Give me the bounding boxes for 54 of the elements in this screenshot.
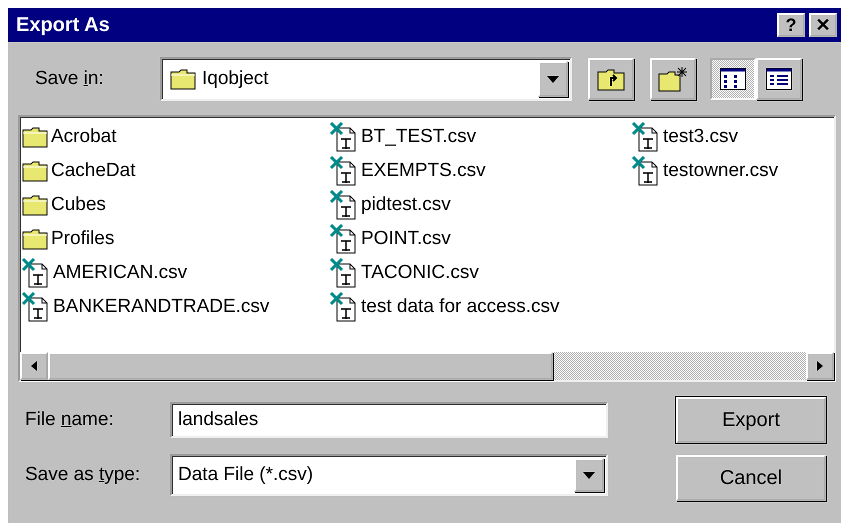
- new-folder-icon: [658, 66, 688, 92]
- file-item[interactable]: test3.csv: [632, 123, 832, 151]
- dialog-button[interactable]: Cancel: [676, 455, 826, 501]
- file-item[interactable]: POINT.csv: [330, 225, 632, 253]
- folder-icon: [22, 160, 48, 182]
- list-view-icon: [720, 68, 746, 90]
- csv-file-icon: [330, 258, 358, 288]
- csv-file-icon: [330, 224, 358, 254]
- save-in-dropdown[interactable]: Iqobject: [160, 57, 572, 101]
- file-item[interactable]: test data for access.csv: [330, 293, 632, 321]
- save-as-type-dropdown[interactable]: Data File (*.csv): [170, 454, 608, 496]
- folder-icon: [170, 68, 196, 90]
- details-view-button[interactable]: [756, 58, 802, 100]
- csv-file-icon: [330, 292, 358, 322]
- file-item[interactable]: testowner.csv: [632, 157, 832, 185]
- scroll-thumb[interactable]: [48, 352, 553, 380]
- list-view-button[interactable]: [710, 58, 756, 100]
- file-item[interactable]: AMERICAN.csv: [22, 259, 330, 287]
- file-type-value: Data File (*.csv): [178, 462, 314, 487]
- folder-icon: [22, 126, 48, 148]
- csv-file-icon: [632, 156, 660, 186]
- close-button[interactable]: ✕: [809, 13, 837, 37]
- file-name-label: File name:: [25, 408, 115, 432]
- csv-file-icon: [330, 122, 358, 152]
- details-view-icon: [766, 68, 792, 90]
- csv-file-icon: [632, 122, 660, 152]
- help-button[interactable]: ?: [777, 13, 805, 37]
- file-name-field[interactable]: landsales: [170, 402, 608, 438]
- csv-file-icon: [22, 258, 50, 288]
- horizontal-scrollbar[interactable]: [20, 352, 834, 380]
- file-item[interactable]: pidtest.csv: [330, 191, 632, 219]
- file-item[interactable]: BT_TEST.csv: [330, 123, 632, 151]
- file-item[interactable]: Profiles: [22, 225, 330, 253]
- new-folder-button[interactable]: [650, 58, 696, 100]
- file-item[interactable]: EXEMPTS.csv: [330, 157, 632, 185]
- up-folder-button[interactable]: [588, 58, 634, 100]
- file-item[interactable]: Acrobat: [22, 123, 330, 151]
- dialog-button[interactable]: Export: [676, 397, 826, 443]
- file-item[interactable]: CacheDat: [22, 157, 330, 185]
- save-as-type-label: Save as type:: [25, 462, 142, 487]
- csv-file-icon: [330, 156, 358, 186]
- file-item[interactable]: TACONIC.csv: [330, 259, 632, 287]
- up-folder-icon: [597, 67, 625, 91]
- window-title: Export As: [16, 13, 110, 38]
- file-item[interactable]: Cubes: [22, 191, 330, 219]
- folder-name: Iqobject: [202, 66, 269, 91]
- file-item[interactable]: BANKERANDTRADE.csv: [22, 293, 330, 321]
- folder-icon: [22, 194, 48, 216]
- folder-icon: [22, 228, 48, 250]
- save-in-label: Save in:: [35, 66, 105, 91]
- csv-file-icon: [22, 292, 50, 322]
- scroll-left-icon[interactable]: [20, 352, 48, 380]
- scroll-right-icon[interactable]: [806, 352, 834, 380]
- csv-file-icon: [330, 190, 358, 220]
